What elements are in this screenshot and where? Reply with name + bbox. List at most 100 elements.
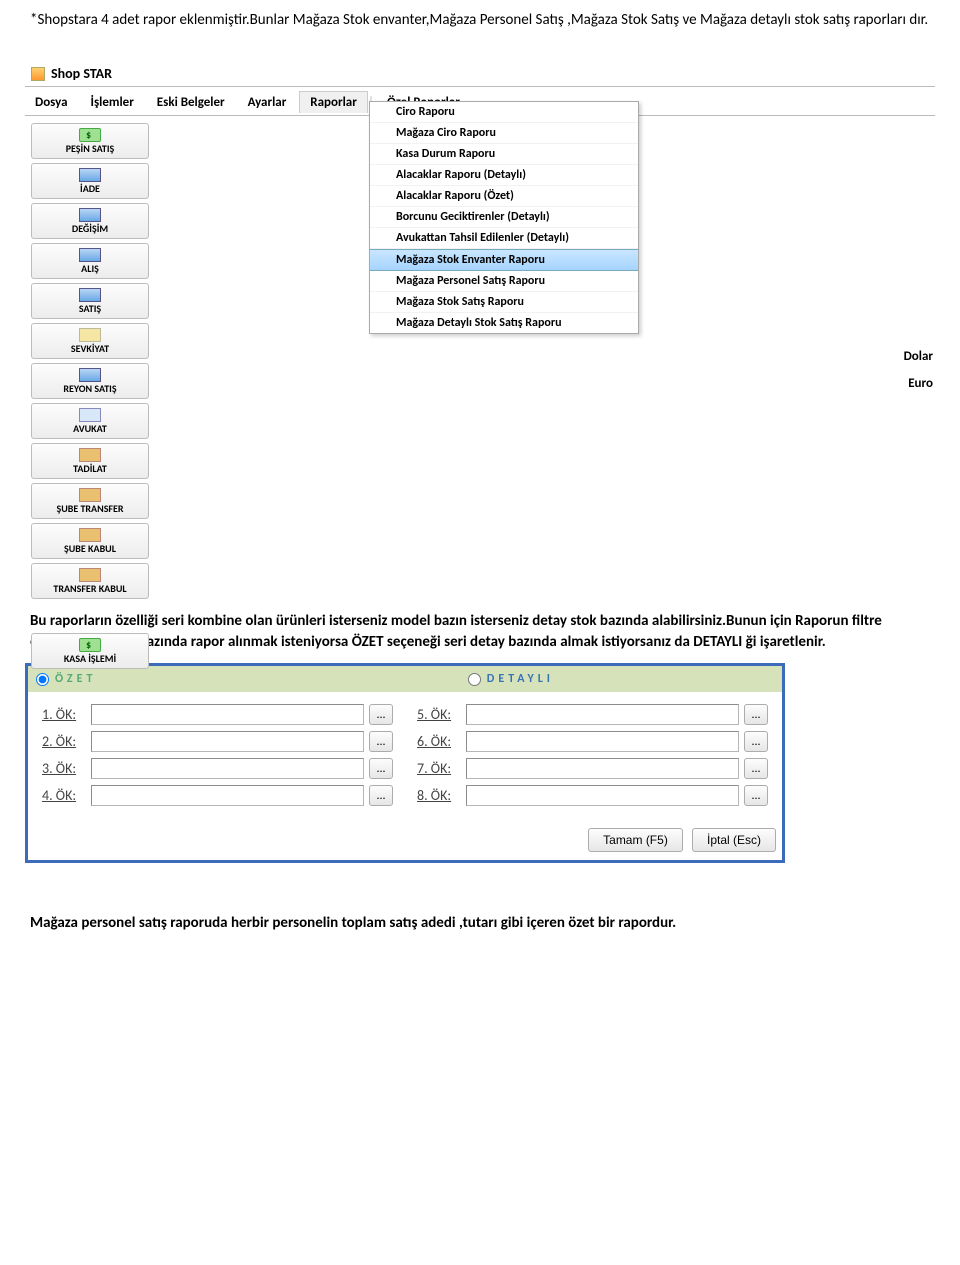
menu-item-ma-aza-ciro-raporu[interactable]: Mağaza Ciro Raporu [370,123,638,144]
toolbar-label: TRANSFER KABUL [53,582,126,595]
toolbar-label: SEVKİYAT [71,342,109,355]
ok-input-2[interactable] [91,731,364,752]
toolbar-sevki-yat[interactable]: SEVKİYAT [31,323,149,359]
ok-lookup-button-3[interactable]: ... [369,758,393,779]
toolbar-tadi-lat[interactable]: TADİLAT [31,443,149,479]
toolbar-pe-i-n-sati-[interactable]: PEŞİN SATIŞ [31,123,149,159]
menu-dosya[interactable]: Dosya [25,92,78,113]
toolbar-ali-[interactable]: ALIŞ [31,243,149,279]
ok-row-3: 3. ÖK:... [42,758,393,779]
ok-row-7: 7. ÖK:... [417,758,768,779]
filter-buttons: Tamam (F5) İptal (Esc) [28,822,782,860]
bars-icon [79,168,101,182]
menu-item-alacaklar-raporu-zet-[interactable]: Alacaklar Raporu (Özet) [370,186,638,207]
ok-label: 7. ÖK: [417,760,461,777]
ok-row-6: 6. ÖK:... [417,731,768,752]
ok-input-4[interactable] [91,785,364,806]
menu-item-ciro-raporu[interactable]: Ciro Raporu [370,102,638,123]
toolbar-de-i-i-m[interactable]: DEĞİŞİM [31,203,149,239]
ok-lookup-button-8[interactable]: ... [744,785,768,806]
ok-row-5: 5. ÖK:... [417,704,768,725]
menu-raporlar[interactable]: Raporlar [299,91,368,113]
ok-input-3[interactable] [91,758,364,779]
ok-input-1[interactable] [91,704,364,725]
bars-icon [79,208,101,222]
toolbar-label: REYON SATIŞ [63,382,116,395]
toolbar-label: ALIŞ [81,262,99,275]
ok-label: 3. ÖK: [42,760,86,777]
toolbar-reyon-sati-[interactable]: REYON SATIŞ [31,363,149,399]
toolbar-label: TADİLAT [73,462,107,475]
currency-dolar: Dolar [904,349,933,364]
bars-icon [79,248,101,262]
tamam-button[interactable]: Tamam (F5) [588,828,683,852]
app-title-text: Shop STAR [51,65,112,82]
box-icon [79,528,101,542]
toolbar-label: PEŞİN SATIŞ [66,142,115,155]
menu-item-ma-aza-detayl-stok-sat-raporu[interactable]: Mağaza Detaylı Stok Satış Raporu [370,313,638,333]
ok-lookup-button-1[interactable]: ... [369,704,393,725]
toolbar--ube-transfer[interactable]: ŞUBE TRANSFER [31,483,149,519]
ok-lookup-button-2[interactable]: ... [369,731,393,752]
truck-icon [79,328,101,342]
toolbar-kasa-i-lemi-[interactable]: KASA İŞLEMİ [31,633,149,669]
ok-input-6[interactable] [466,731,739,752]
card-icon [79,408,101,422]
app-screenshot: Shop STAR Dosya İşlemler Eski Belgeler A… [25,61,935,591]
cash-icon [79,638,101,652]
ok-label: 5. ÖK: [417,706,461,723]
filter-panel: ÖZET DETAYLI 1. ÖK:...5. ÖK:...2. ÖK:...… [25,663,785,863]
ok-row-4: 4. ÖK:... [42,785,393,806]
menu-islemler[interactable]: İşlemler [81,92,144,113]
ok-input-7[interactable] [466,758,739,779]
menu-item-kasa-durum-raporu[interactable]: Kasa Durum Raporu [370,144,638,165]
toolbar-label: İADE [80,182,100,195]
toolbar-i-ade[interactable]: İADE [31,163,149,199]
ok-label: 1. ÖK: [42,706,86,723]
ok-input-8[interactable] [466,785,739,806]
toolbar-label: ŞUBE TRANSFER [56,502,123,515]
toolbar-label: DEĞİŞİM [72,222,108,235]
toolbar-label: AVUKAT [73,422,107,435]
menu-ayarlar[interactable]: Ayarlar [238,92,297,113]
toolbar-label: SATIŞ [79,302,101,315]
filter-body: 1. ÖK:...5. ÖK:...2. ÖK:...6. ÖK:...3. Ö… [28,692,782,822]
raporlar-dropdown[interactable]: Ciro RaporuMağaza Ciro RaporuKasa Durum … [369,101,639,334]
outro-paragraph: Mağaza personel satış raporuda herbir pe… [30,913,930,934]
cash-icon [79,128,101,142]
ok-row-8: 8. ÖK:... [417,785,768,806]
box-icon [79,448,101,462]
box-icon [79,568,101,582]
ok-label: 6. ÖK: [417,733,461,750]
bars-icon [79,368,101,382]
ok-label: 8. ÖK: [417,787,461,804]
menu-item-ma-aza-personel-sat-raporu[interactable]: Mağaza Personel Satış Raporu [370,271,638,292]
menu-item-borcunu-geciktirenler-detayl-[interactable]: Borcunu Geciktirenler (Detaylı) [370,207,638,228]
ok-lookup-button-5[interactable]: ... [744,704,768,725]
left-toolbar: PEŞİN SATIŞ İADE DEĞİŞİM ALIŞ SATIŞ SEVKİYAT R… [25,118,155,678]
toolbar-label: KASA İŞLEMİ [64,652,116,665]
ok-row-2: 2. ÖK:... [42,731,393,752]
toolbar-avukat[interactable]: AVUKAT [31,403,149,439]
app-icon [31,67,45,81]
toolbar-transfer-kabul[interactable]: TRANSFER KABUL [31,563,149,599]
ok-lookup-button-6[interactable]: ... [744,731,768,752]
menu-item-ma-aza-stok-sat-raporu[interactable]: Mağaza Stok Satış Raporu [370,292,638,313]
ok-lookup-button-7[interactable]: ... [744,758,768,779]
toolbar--ube-kabul[interactable]: ŞUBE KABUL [31,523,149,559]
menu-item-ma-aza-stok-envanter-raporu[interactable]: Mağaza Stok Envanter Raporu [370,249,638,271]
menu-eski-belgeler[interactable]: Eski Belgeler [147,92,235,113]
menu-item-alacaklar-raporu-detayl-[interactable]: Alacaklar Raporu (Detaylı) [370,165,638,186]
menu-item-avukattan-tahsil-edilenler-detayl-[interactable]: Avukattan Tahsil Edilenler (Detaylı) [370,228,638,249]
ok-lookup-button-4[interactable]: ... [369,785,393,806]
toolbar-sati-[interactable]: SATIŞ [31,283,149,319]
ok-label: 4. ÖK: [42,787,86,804]
iptal-button[interactable]: İptal (Esc) [692,828,776,852]
bars-icon [79,288,101,302]
toolbar-label: ŞUBE KABUL [64,542,116,555]
ok-label: 2. ÖK: [42,733,86,750]
intro-paragraph-1: *Shopstara 4 adet rapor eklenmiştir.Bunl… [30,10,930,31]
app-title-bar: Shop STAR [25,61,935,86]
ok-input-5[interactable] [466,704,739,725]
currency-labels: Dolar Euro [904,349,933,403]
